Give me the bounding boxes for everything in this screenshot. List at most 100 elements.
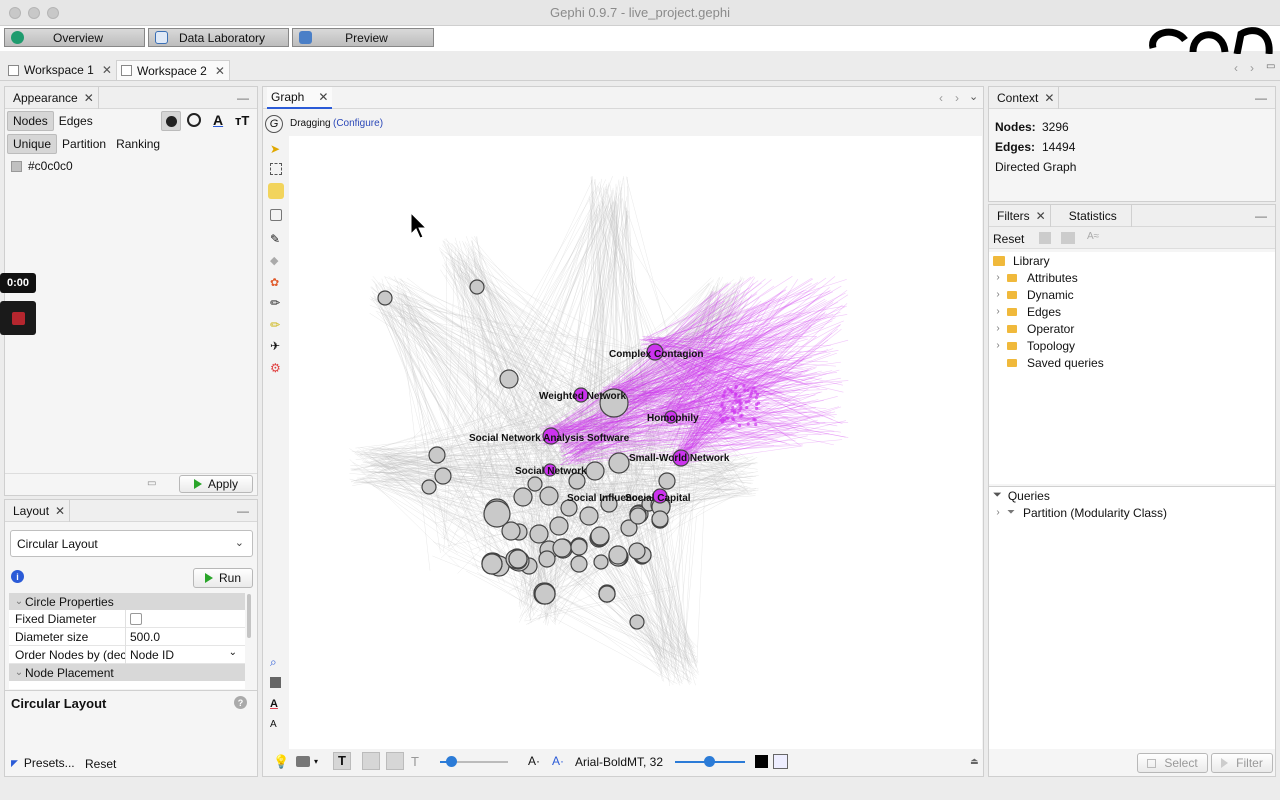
pencil-icon[interactable]: ✏ [270, 296, 282, 310]
queries-root[interactable]: ⏷ Queries [989, 487, 1275, 504]
query-partition-modularity[interactable]: › ⏷ Partition (Modularity Class) [989, 504, 1275, 521]
label-font-icon[interactable]: A [270, 719, 282, 731]
font-name-label[interactable]: Arial-BoldMT, 32 [575, 755, 663, 769]
circle-properties-section[interactable]: ⌄ Circle Properties [9, 593, 245, 610]
lightbulb-icon[interactable]: 💡 [273, 754, 289, 770]
apply-button[interactable]: Apply [179, 475, 253, 493]
unique-tab[interactable]: Unique [7, 134, 58, 154]
layout-reset-button[interactable]: Reset [85, 757, 116, 771]
layout-tab[interactable]: Layout ✕ [9, 499, 71, 522]
fixed-diameter-checkbox[interactable] [130, 612, 142, 625]
diamond-icon[interactable]: ◆ [270, 254, 282, 267]
filter-button[interactable]: Filter [1211, 753, 1273, 773]
context-tab[interactable]: Context ✕ [993, 86, 1060, 109]
layout-select[interactable]: Circular Layout ⌄ [10, 530, 253, 557]
pointer-icon[interactable]: ➤ [270, 142, 282, 156]
library-item-saved-queries[interactable]: Saved queries [989, 354, 1275, 371]
chevron-down-icon[interactable]: ▾ [314, 757, 318, 773]
close-icon[interactable]: ✕ [1044, 91, 1054, 105]
color-wheel-icon[interactable]: ✿ [270, 276, 282, 289]
overview-mode-button[interactable]: Overview [4, 28, 145, 47]
node-placement-section[interactable]: ⌄ Node Placement [9, 664, 245, 681]
label-size-icon[interactable]: тT [235, 113, 249, 128]
size-icon[interactable] [187, 113, 201, 127]
color-palette-icon[interactable] [161, 111, 181, 131]
chevron-down-icon[interactable]: ⌄ [969, 90, 978, 103]
presets-button[interactable]: ◤ Presets... [11, 756, 75, 770]
help-icon[interactable]: ? [234, 696, 247, 709]
ranking-tab[interactable]: Ranking [111, 134, 165, 154]
splitter-handle-icon[interactable]: ▭ [147, 478, 156, 489]
drag-hand-icon[interactable] [268, 183, 284, 199]
edge-labels-icon[interactable]: T [411, 754, 419, 770]
library-item-topology[interactable]: › Topology [989, 337, 1275, 354]
minimize-icon[interactable]: — [237, 91, 249, 105]
tab-scroll-right-icon[interactable]: › [1250, 61, 1254, 75]
close-icon[interactable]: ✕ [102, 63, 112, 77]
unique-color-row[interactable]: #c0c0c0 [5, 155, 257, 177]
export-icon[interactable] [1039, 232, 1051, 244]
library-item-operator[interactable]: › Operator [989, 320, 1275, 337]
library-item-attributes[interactable]: › Attributes [989, 269, 1275, 286]
order-nodes-select[interactable]: Node ID ⌄ [125, 645, 245, 664]
graph-tab[interactable]: Graph ✕ [267, 86, 333, 109]
edge-color-icon[interactable] [386, 752, 404, 770]
close-icon[interactable]: ✕ [55, 504, 65, 518]
save-icon[interactable] [1061, 232, 1075, 244]
show-labels-icon[interactable]: T [333, 752, 351, 770]
minimize-icon[interactable]: — [237, 504, 249, 518]
airplane-icon[interactable]: ✈ [270, 339, 282, 353]
stop-recording-button[interactable] [0, 301, 36, 335]
close-icon[interactable]: ✕ [84, 91, 94, 105]
properties-scrollbar[interactable] [247, 594, 251, 638]
close-icon[interactable]: ✕ [318, 90, 328, 104]
label-color-swatch[interactable] [755, 755, 768, 768]
partition-tab[interactable]: Partition [57, 134, 111, 154]
appearance-tab[interactable]: Appearance ✕ [9, 86, 99, 109]
library-item-edges[interactable]: › Edges [989, 303, 1275, 320]
info-icon[interactable]: i [11, 570, 24, 583]
workspace-tab-2[interactable]: Workspace 2 ✕ [116, 60, 230, 80]
run-button[interactable]: Run [193, 568, 253, 588]
preview-mode-button[interactable]: Preview [292, 28, 434, 47]
label-color-icon[interactable]: A [213, 112, 223, 128]
workspace-tab-1[interactable]: Workspace 1 ✕ [8, 60, 112, 80]
edge-icon[interactable] [362, 752, 380, 770]
statistics-tab[interactable]: Statistics [1051, 204, 1132, 227]
close-icon[interactable]: ✕ [1036, 209, 1046, 223]
edges-tab[interactable]: Edges [54, 111, 98, 131]
tab-list-icon[interactable]: ▭ [1266, 61, 1275, 72]
diameter-size-input[interactable]: 500.0 [125, 627, 245, 646]
color-swatch-icon[interactable] [11, 160, 22, 172]
library-root[interactable]: Library [989, 252, 1275, 269]
select-button[interactable]: Select [1137, 753, 1208, 773]
graph-canvas[interactable]: Complex Contagion Weighted Network Homophi… [289, 136, 982, 749]
scroll-right-icon[interactable]: › [955, 91, 959, 105]
rectangle-select-icon[interactable] [270, 163, 282, 175]
screenshot-icon[interactable] [296, 756, 310, 767]
gear-icon[interactable]: ⚙ [270, 361, 282, 375]
select-pointer-icon[interactable] [270, 209, 282, 221]
font-color-icon[interactable]: A· [552, 754, 564, 770]
filters-reset-button[interactable]: Reset [993, 232, 1024, 246]
nodes-tab[interactable]: Nodes [7, 111, 54, 131]
close-icon[interactable]: ✕ [215, 64, 225, 78]
label-size-slider-thumb[interactable] [446, 756, 457, 767]
minimize-icon[interactable]: — [1255, 209, 1267, 223]
highlighter-icon[interactable]: ✏ [270, 318, 282, 332]
brush-icon[interactable]: ✎ [270, 232, 282, 246]
expand-toolbar-icon[interactable]: ⏏ [970, 756, 979, 767]
library-item-dynamic[interactable]: › Dynamic [989, 286, 1275, 303]
filters-tab[interactable]: Filters ✕ [993, 204, 1051, 227]
zoom-icon[interactable]: ⌕ [270, 655, 282, 669]
data-laboratory-mode-button[interactable]: Data Laboratory [148, 28, 289, 47]
background-color-icon[interactable] [270, 677, 281, 688]
configure-link[interactable]: (Configure) [333, 118, 383, 129]
font-scale-slider-thumb[interactable] [704, 756, 715, 767]
scroll-left-icon[interactable]: ‹ [939, 91, 943, 105]
label-color-icon[interactable]: A [270, 698, 282, 710]
font-size-down-icon[interactable]: A· [528, 754, 540, 770]
graph-visualization[interactable]: Complex Contagion Weighted Network Homophi… [289, 136, 982, 749]
minimize-icon[interactable]: — [1255, 91, 1267, 105]
rename-icon[interactable]: A≈ [1087, 231, 1099, 242]
